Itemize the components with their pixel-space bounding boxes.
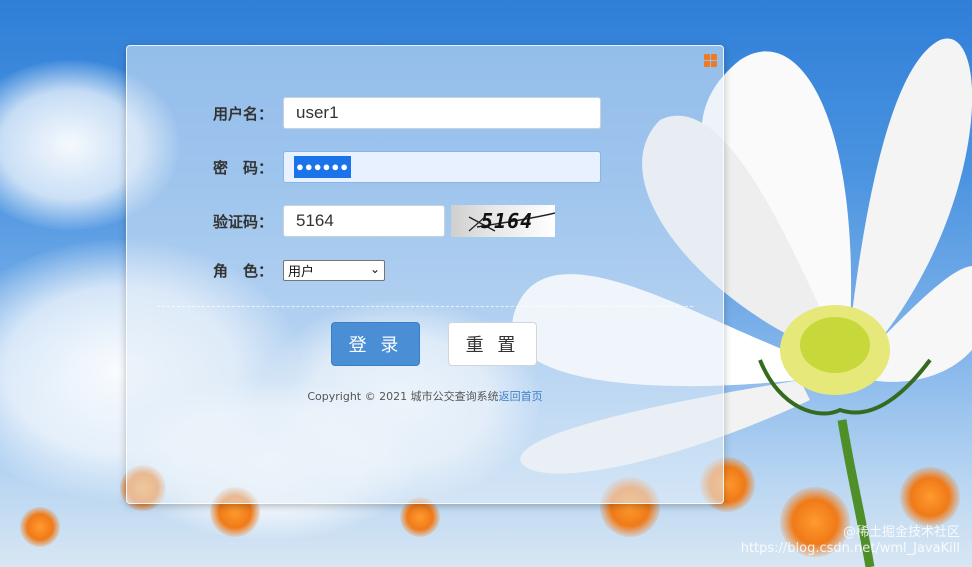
role-label: 角 色： [213, 262, 274, 280]
username-row: 用户名： user1 [213, 97, 601, 129]
chevron-down-icon: ⌄ [369, 262, 380, 276]
captcha-value: 5164 [296, 211, 334, 230]
password-input[interactable]: ●●●●●● [283, 151, 601, 183]
watermark-line2: https://blog.csdn.net/wml_JavaKill [740, 541, 960, 556]
username-value: user1 [296, 103, 339, 122]
background: 用户名： user1 密 码： ●●●●●● 验证码： 5164 5164 角 … [0, 0, 972, 567]
watermark-line1: @稀土掘金技术社区 [842, 525, 960, 540]
username-label: 用户名： [213, 104, 274, 123]
orange-blossom [20, 507, 60, 547]
username-input[interactable]: user1 [283, 97, 601, 129]
copyright-text: Copyright © 2021 城市公交查询系统 [307, 390, 499, 403]
divider [157, 306, 693, 307]
captcha-row: 验证码： 5164 5164 [213, 205, 555, 237]
captcha-image[interactable]: 5164 [451, 205, 555, 237]
captcha-image-text: 5164 [481, 209, 534, 233]
role-select[interactable]: 用户 ⌄ [283, 260, 385, 281]
captcha-label: 验证码： [213, 212, 274, 231]
home-link[interactable]: 返回首页 [499, 390, 543, 403]
orange-blossom [900, 467, 960, 527]
watermark: @稀土掘金技术社区 https://blog.csdn.net/wml_Java… [741, 525, 960, 557]
role-row: 角 色： 用户 ⌄ [213, 260, 385, 281]
password-row: 密 码： ●●●●●● [213, 151, 601, 183]
password-value: ●●●●●● [294, 156, 352, 178]
captcha-input[interactable]: 5164 [283, 205, 445, 237]
login-button[interactable]: 登 录 [331, 322, 420, 366]
reset-button[interactable]: 重 置 [448, 322, 537, 366]
login-panel: 用户名： user1 密 码： ●●●●●● 验证码： 5164 5164 角 … [126, 45, 724, 504]
role-selected-value: 用户 [288, 265, 315, 280]
footer: Copyright © 2021 城市公交查询系统返回首页 [127, 388, 723, 404]
password-label: 密 码： [213, 158, 274, 177]
grid-icon[interactable] [704, 54, 717, 67]
